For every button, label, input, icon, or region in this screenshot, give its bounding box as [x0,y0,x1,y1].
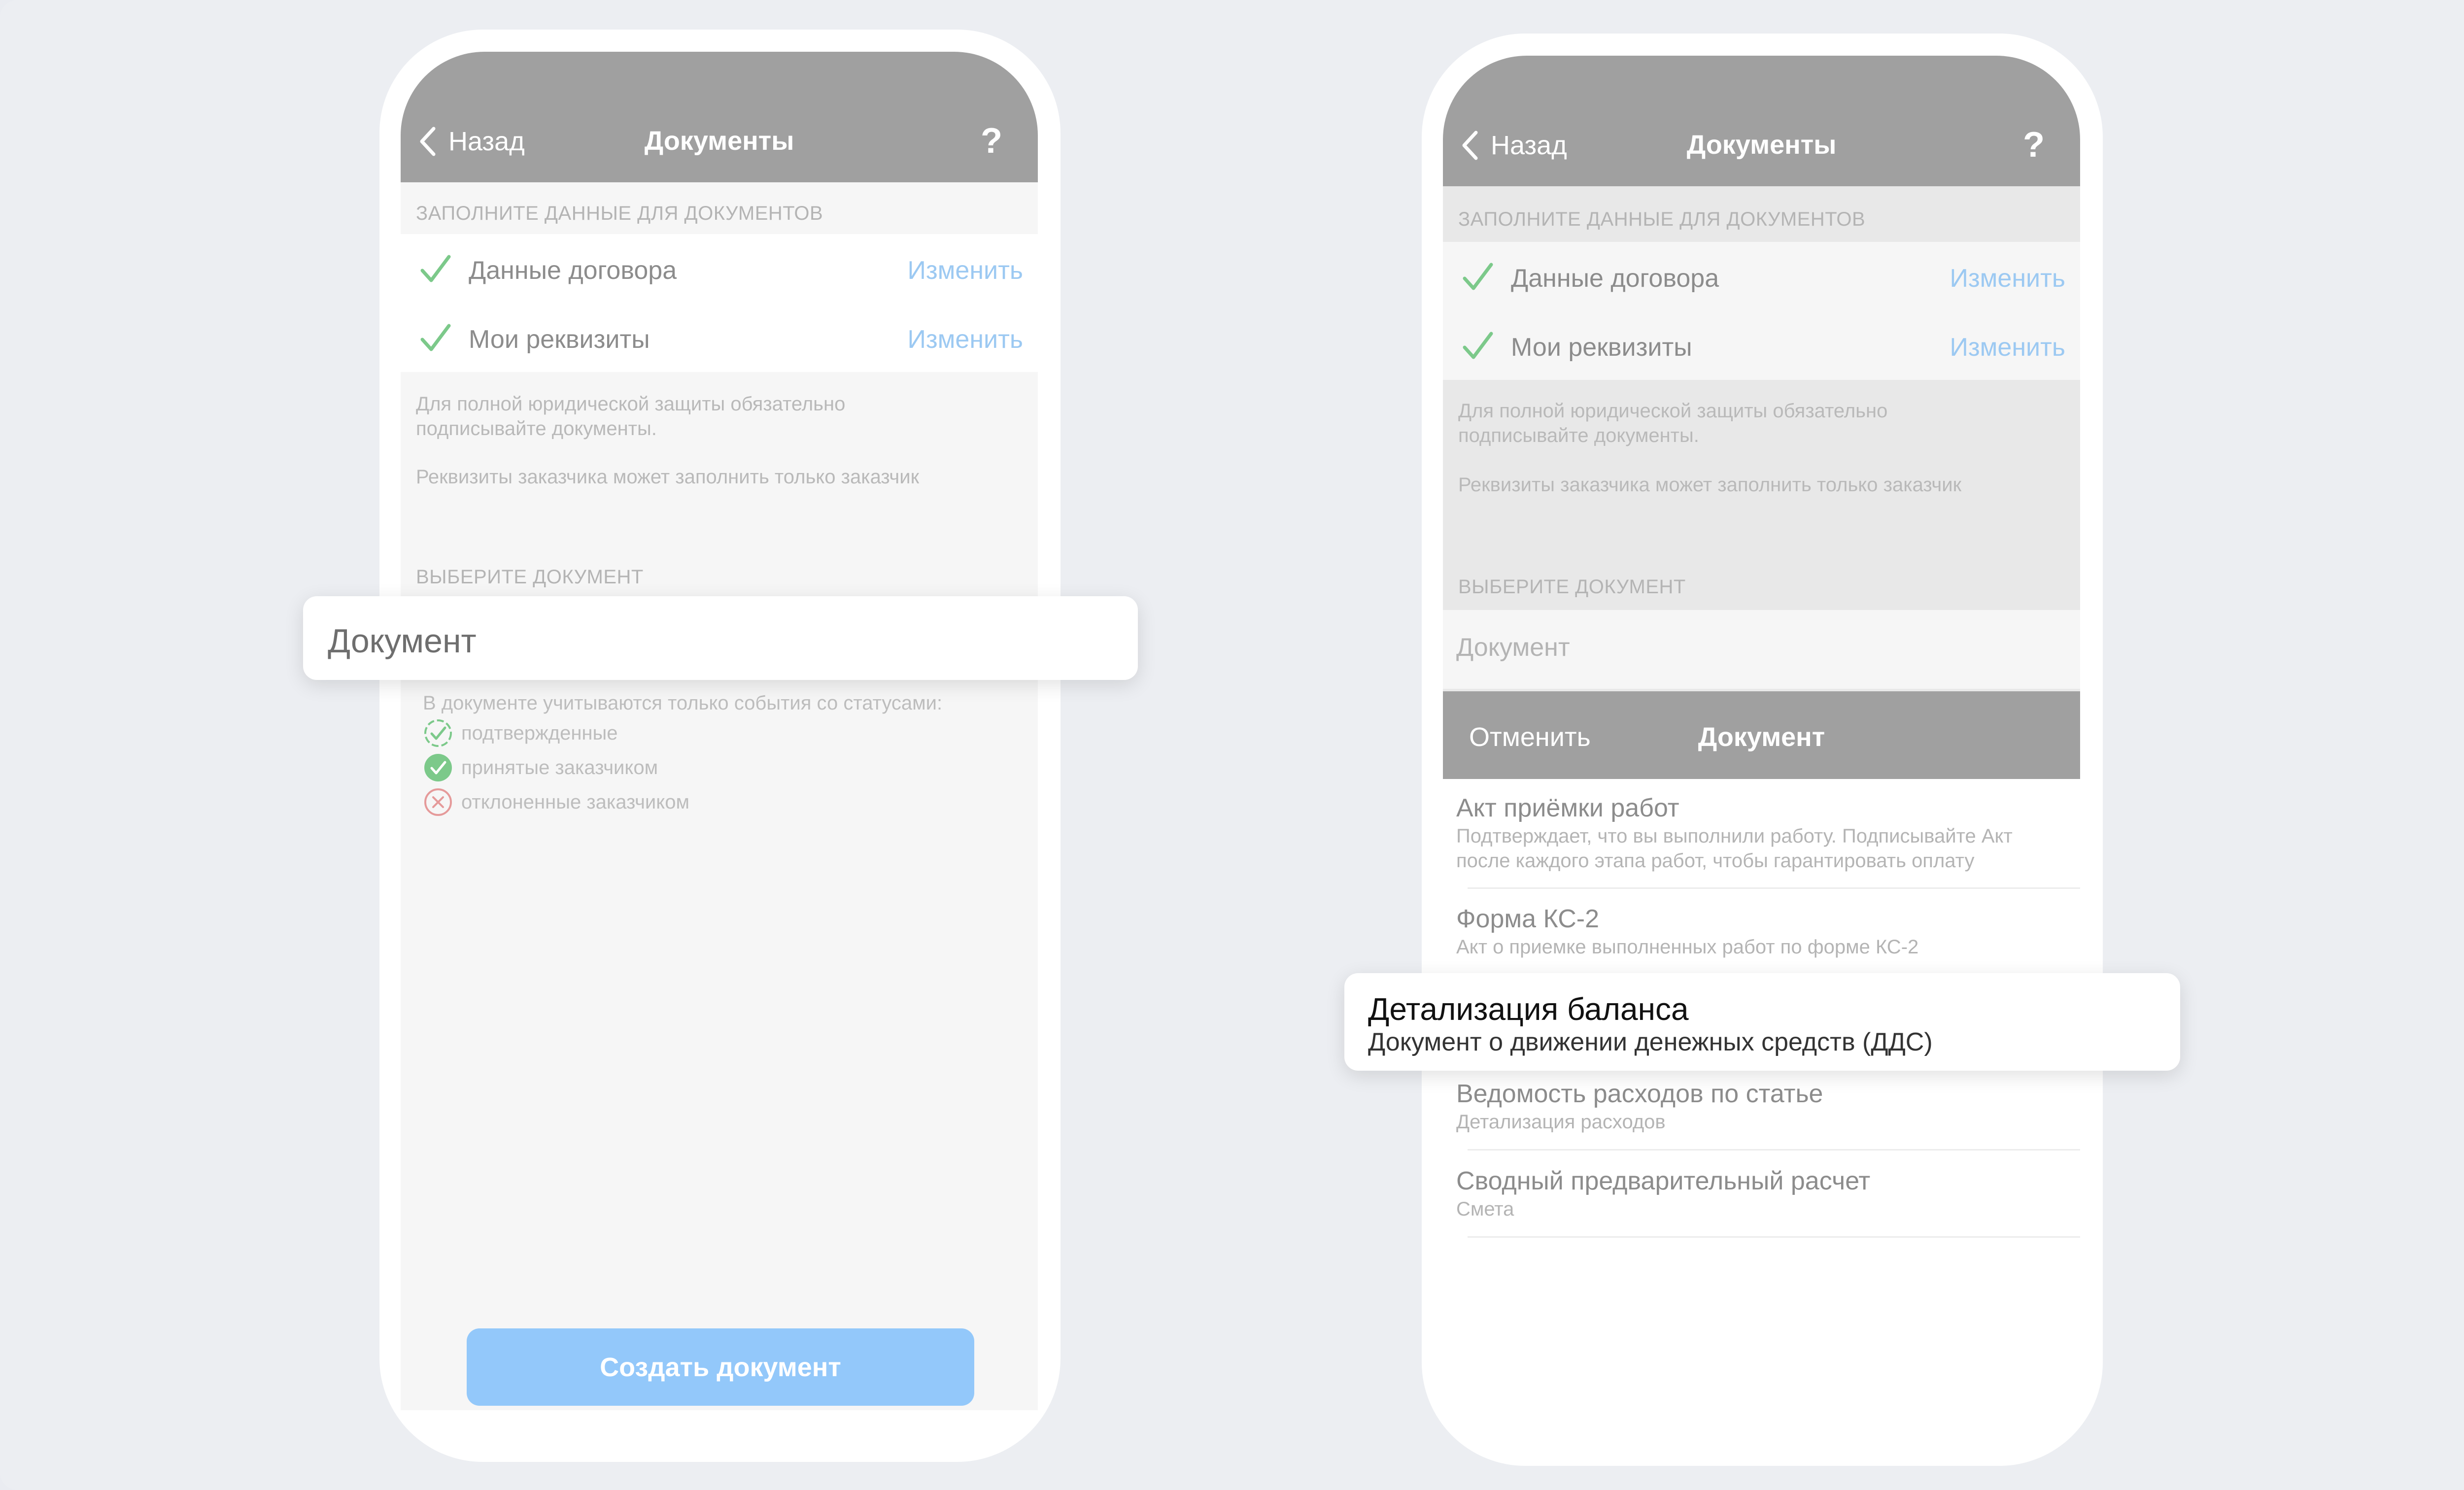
option-subtitle: Акт о приемке выполненных работ по форме… [1456,936,1919,958]
cross-circle-icon [424,788,452,816]
divider [1468,887,2080,889]
document-placeholder: Документ [1456,633,1570,662]
picker-title: Документ [1698,722,1825,752]
row-label: Данные договора [1511,264,1719,293]
picker-toolbar: Отменить Документ [1443,691,2080,779]
option-title: Детализация баланса [1368,991,1689,1027]
row-contract-data[interactable]: Данные договора Изменить [401,234,1038,303]
help-button[interactable]: ? [2023,125,2045,165]
check-icon [1463,332,1493,359]
page-title: Документы [644,126,794,156]
note-line: Для полной юридической защиты обязательн… [1458,400,1888,422]
option-subtitle: после каждого этапа работ, чтобы гаранти… [1456,850,1975,872]
page-title: Документы [1686,130,1837,160]
create-document-button[interactable]: Создать документ [467,1328,974,1406]
presentation-canvas: Назад Документы ? ЗАПОЛНИТЕ ДАННЫЕ ДЛЯ Д… [0,0,2464,1490]
legend-label: отклоненные заказчиком [461,791,689,813]
option-expense-statement[interactable]: Ведомость расходов по статье Детализация… [1456,1078,2080,1134]
legend-label: принятые заказчиком [461,756,658,779]
section-header-fill-data: ЗАПОЛНИТЕ ДАННЫЕ ДЛЯ ДОКУМЕНТОВ [416,203,823,224]
legend-label: подтвержденные [461,722,618,744]
document-field-label: Документ [328,622,477,660]
option-title: Ведомость расходов по статье [1456,1080,1823,1108]
note-line: подписывайте документы. [416,418,657,440]
nav-bar: Назад Документы ? [1443,56,2080,186]
check-icon [1463,263,1493,290]
option-summary-estimate[interactable]: Сводный предварительный расчет Смета [1456,1165,2080,1221]
row-my-details[interactable]: Мои реквизиты Изменить [1443,311,2080,380]
legal-note: Для полной юридической защиты обязательн… [1458,399,1887,448]
divider [1468,1236,2080,1238]
row-contract-data[interactable]: Данные договора Изменить [1443,242,2080,311]
option-balance-details[interactable]: Детализация баланса Документ о движении … [1344,973,2180,1071]
legend-item-rejected: отклоненные заказчиком [423,787,689,817]
left-phone-frame: Назад Документы ? ЗАПОЛНИТЕ ДАННЫЕ ДЛЯ Д… [379,30,1061,1462]
edit-link[interactable]: Изменить [1950,333,2065,362]
option-form-ks2[interactable]: Форма КС-2 Акт о приемке выполненных раб… [1456,903,2080,959]
row-label: Данные договора [469,256,677,285]
option-title: Сводный предварительный расчет [1456,1167,1871,1195]
legend-item-confirmed: подтвержденные [423,718,618,748]
customer-note: Реквизиты заказчика может заполнить толь… [416,466,920,488]
edit-link[interactable]: Изменить [907,256,1023,285]
check-icon [420,324,451,351]
row-label: Мои реквизиты [1511,333,1692,362]
option-subtitle: Документ о движении денежных средств (ДД… [1368,1028,1933,1056]
option-subtitle: Детализация расходов [1456,1111,1666,1133]
option-title: Акт приёмки работ [1456,794,1679,822]
option-title: Форма КС-2 [1456,905,1599,933]
customer-note: Реквизиты заказчика может заполнить толь… [1458,474,1962,496]
section-header-choose-document: ВЫБЕРИТЕ ДОКУМЕНТ [416,566,644,588]
legend-title: В документе учитываются только события с… [423,692,943,714]
nav-bar: Назад Документы ? [401,52,1038,182]
right-phone-frame: Назад Документы ? ЗАПОЛНИТЕ ДАННЫЕ ДЛЯ Д… [1422,34,2103,1466]
edit-link[interactable]: Изменить [1950,264,2065,293]
option-acceptance-act[interactable]: Акт приёмки работ Подтверждает, что вы в… [1456,792,2080,873]
check-icon [420,255,451,282]
divider [1468,1149,2080,1151]
row-label: Мои реквизиты [469,325,650,354]
option-subtitle: Смета [1456,1198,1514,1220]
option-subtitle: Подтверждает, что вы выполнили работу. П… [1456,825,2013,847]
section-header-choose-document: ВЫБЕРИТЕ ДОКУМЕНТ [1458,576,1686,598]
right-screen: Назад Документы ? ЗАПОЛНИТЕ ДАННЫЕ ДЛЯ Д… [1443,56,2080,1421]
legal-note: Для полной юридической защиты обязательн… [416,392,845,441]
row-my-details[interactable]: Мои реквизиты Изменить [401,303,1038,372]
help-button[interactable]: ? [981,121,1002,161]
document-select-field[interactable]: Документ [303,596,1138,680]
document-select-field[interactable]: Документ [1443,610,2080,689]
note-line: подписывайте документы. [1458,425,1699,446]
left-screen: Назад Документы ? ЗАПОЛНИТЕ ДАННЫЕ ДЛЯ Д… [401,52,1038,1410]
section-header-fill-data: ЗАПОЛНИТЕ ДАННЫЕ ДЛЯ ДОКУМЕНТОВ [1458,208,1866,230]
legend-item-accepted: принятые заказчиком [423,752,658,783]
filled-check-icon [424,754,452,781]
edit-link[interactable]: Изменить [907,325,1023,354]
note-line: Для полной юридической защиты обязательн… [416,393,846,415]
dashed-check-icon [424,719,452,747]
